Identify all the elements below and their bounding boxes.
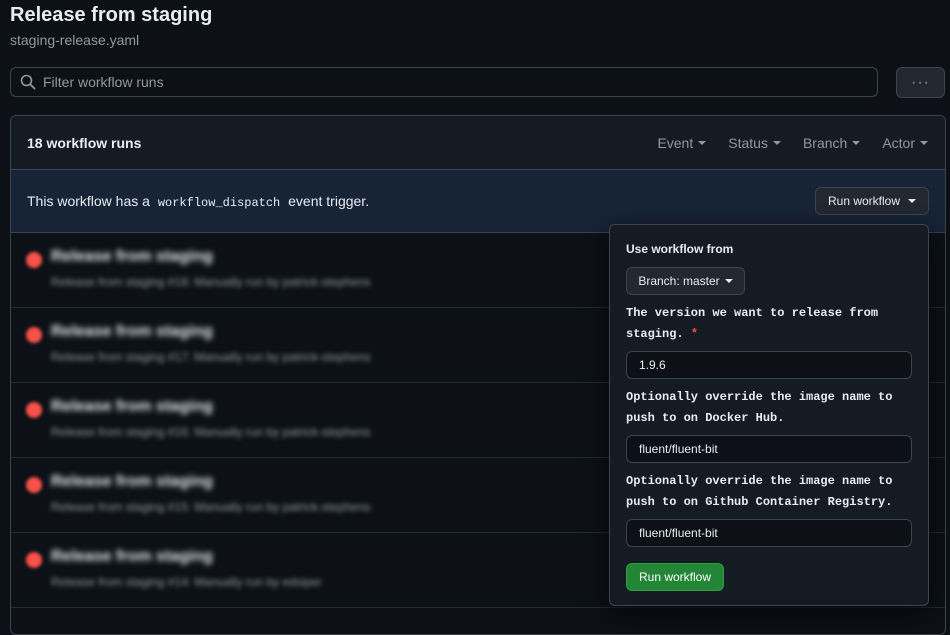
chevron-down-icon xyxy=(772,140,781,145)
failure-status-icon xyxy=(26,402,42,418)
ghcr-image-field-label: Optionally override the image name to pu… xyxy=(626,471,916,513)
chevron-down-icon xyxy=(724,279,733,283)
actor-filter-dropdown[interactable]: Actor xyxy=(882,135,928,151)
search-icon xyxy=(20,74,36,90)
ghcr-image-label-text: Optionally override the image name to pu… xyxy=(626,474,893,509)
run-title[interactable]: Release from staging xyxy=(51,248,213,266)
docker-image-label-text: Optionally override the image name to pu… xyxy=(626,390,893,425)
version-input[interactable] xyxy=(626,351,912,379)
status-filter-label: Status xyxy=(728,134,768,151)
filter-runs-field[interactable] xyxy=(10,67,878,97)
filter-runs-input[interactable] xyxy=(43,74,877,90)
event-filter-dropdown[interactable]: Event xyxy=(657,134,707,151)
required-marker: * xyxy=(690,327,699,341)
branch-filter-label: Branch xyxy=(802,134,848,151)
runs-count: 18 workflow runs xyxy=(27,134,142,151)
branch-select-button[interactable]: Branch: master xyxy=(626,267,745,295)
run-meta: Release from staging #16: Manually run b… xyxy=(51,425,371,439)
run-meta: Release from staging #15: Manually run b… xyxy=(51,500,371,514)
dispatch-banner-text: This workflow has a workflow_dispatch ev… xyxy=(27,193,369,210)
run-workflow-dropdown-label: Run workflow xyxy=(827,194,901,208)
branch-filter-dropdown[interactable]: Branch xyxy=(802,134,861,151)
page-title: Release from staging xyxy=(10,4,213,26)
runs-header: 18 workflow runs Event Status Branch Act… xyxy=(11,116,945,170)
run-workflow-dropdown-button[interactable]: Run workflow xyxy=(815,187,929,215)
version-field-label: The version we want to release from stag… xyxy=(626,303,916,345)
workflow-file-link[interactable]: staging-release.yaml xyxy=(10,32,139,48)
use-workflow-from-label: Use workflow from xyxy=(626,242,734,256)
banner-text-after: event trigger. xyxy=(288,192,370,209)
run-workflow-submit-button[interactable]: Run workflow xyxy=(626,563,724,591)
docker-image-field-label: Optionally override the image name to pu… xyxy=(626,387,916,429)
docker-image-input[interactable] xyxy=(626,435,912,463)
dispatch-event-code: workflow_dispatch xyxy=(157,195,281,210)
chevron-down-icon xyxy=(698,140,707,145)
run-meta: Release from staging #17: Manually run b… xyxy=(51,350,371,364)
branch-select-label: Branch: master xyxy=(638,274,720,288)
failure-status-icon xyxy=(26,552,42,568)
failure-status-icon xyxy=(26,477,42,493)
run-meta: Release from staging #18: Manually run b… xyxy=(51,275,371,289)
event-filter-label: Event xyxy=(657,134,694,151)
ghcr-image-input[interactable] xyxy=(626,519,912,547)
more-options-button[interactable]: ··· xyxy=(896,67,945,98)
run-workflow-popover: Use workflow from Branch: master The ver… xyxy=(609,224,929,606)
run-meta: Release from staging #14: Manually run b… xyxy=(51,575,322,589)
chevron-down-icon xyxy=(908,199,917,203)
version-label-text: The version we want to release from stag… xyxy=(626,306,879,341)
run-title[interactable]: Release from staging xyxy=(51,473,213,491)
status-filter-dropdown[interactable]: Status xyxy=(728,135,781,151)
run-title[interactable]: Release from staging xyxy=(51,323,213,341)
failure-status-icon xyxy=(26,252,42,268)
run-title[interactable]: Release from staging xyxy=(51,548,213,566)
actor-filter-label: Actor xyxy=(882,134,915,151)
run-title[interactable]: Release from staging xyxy=(51,398,213,416)
chevron-down-icon xyxy=(920,140,928,145)
failure-status-icon xyxy=(26,327,42,343)
chevron-down-icon xyxy=(852,140,861,145)
banner-text-before: This workflow has a xyxy=(27,192,150,209)
